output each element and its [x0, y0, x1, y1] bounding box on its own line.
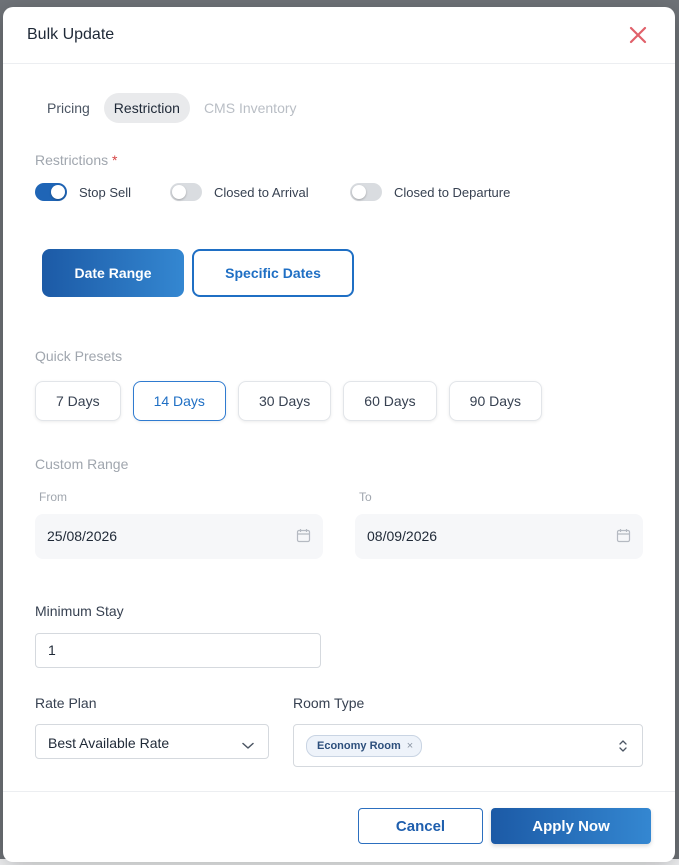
up-down-chevron-icon	[618, 739, 628, 758]
rate-plan-value: Best Available Rate	[48, 735, 170, 751]
room-type-label: Room Type	[293, 695, 365, 711]
tab-restriction[interactable]: Restriction	[103, 93, 190, 123]
date-range-button[interactable]: Date Range	[42, 249, 184, 297]
chevron-down-icon	[242, 737, 254, 753]
preset-14-days[interactable]: 14 Days	[132, 381, 226, 421]
apply-now-button[interactable]: Apply Now	[491, 808, 651, 844]
toggle-stop-sell[interactable]: Stop Sell	[35, 183, 131, 201]
specific-dates-button[interactable]: Specific Dates	[192, 249, 354, 297]
chip-label: Economy Room	[317, 740, 401, 752]
bulk-update-modal: Bulk Update Pricing Restriction CMS Inve…	[3, 7, 675, 862]
toggle-label: Closed to Arrival	[214, 184, 309, 200]
restrictions-label: Restrictions *	[35, 152, 117, 168]
quick-presets: 7 Days 14 Days 30 Days 60 Days 90 Days	[35, 381, 543, 421]
custom-range-label: Custom Range	[35, 456, 129, 472]
toggle-label: Stop Sell	[79, 184, 132, 200]
room-type-select[interactable]: Economy Room ×	[293, 724, 643, 767]
rate-plan-label: Rate Plan	[35, 695, 97, 711]
toggle-label: Closed to Departure	[394, 184, 511, 200]
preset-90-days[interactable]: 90 Days	[448, 381, 543, 421]
tab-cms-inventory[interactable]: CMS Inventory	[194, 93, 307, 123]
minimum-stay-label: Minimum Stay	[35, 603, 124, 619]
stop-sell-switch[interactable]	[35, 183, 67, 201]
from-date-value: 25/08/2026	[47, 528, 118, 544]
cancel-button[interactable]: Cancel	[358, 808, 483, 844]
preset-60-days[interactable]: 60 Days	[343, 381, 437, 421]
rate-plan-select[interactable]: Best Available Rate	[35, 724, 269, 759]
closed-to-departure-switch[interactable]	[350, 183, 382, 201]
room-type-chip: Economy Room ×	[306, 735, 423, 757]
preset-30-days[interactable]: 30 Days	[237, 381, 332, 421]
quick-presets-label: Quick Presets	[35, 348, 123, 364]
calendar-icon[interactable]	[296, 528, 311, 548]
toggle-closed-to-arrival[interactable]: Closed to Arrival	[170, 183, 309, 201]
closed-to-arrival-switch[interactable]	[170, 183, 202, 201]
restrictions-label-text: Restrictions	[35, 152, 109, 168]
tab-pricing[interactable]: Pricing	[37, 93, 100, 123]
modal-header: Bulk Update	[3, 7, 675, 64]
from-date-field[interactable]: 25/08/2026	[35, 514, 323, 559]
required-mark: *	[112, 152, 118, 168]
preset-7-days[interactable]: 7 Days	[35, 381, 121, 421]
to-date-value: 08/09/2026	[367, 528, 438, 544]
minimum-stay-input[interactable]: 1	[35, 633, 321, 668]
toggle-closed-to-departure[interactable]: Closed to Departure	[350, 183, 510, 201]
to-label: To	[359, 490, 372, 504]
tab-bar: Pricing Restriction CMS Inventory	[37, 93, 307, 123]
remove-chip-icon[interactable]: ×	[407, 740, 413, 752]
to-date-field[interactable]: 08/09/2026	[355, 514, 643, 559]
modal-title: Bulk Update	[27, 26, 115, 43]
close-icon[interactable]	[627, 24, 649, 46]
from-label: From	[39, 490, 67, 504]
calendar-icon[interactable]	[616, 528, 631, 548]
